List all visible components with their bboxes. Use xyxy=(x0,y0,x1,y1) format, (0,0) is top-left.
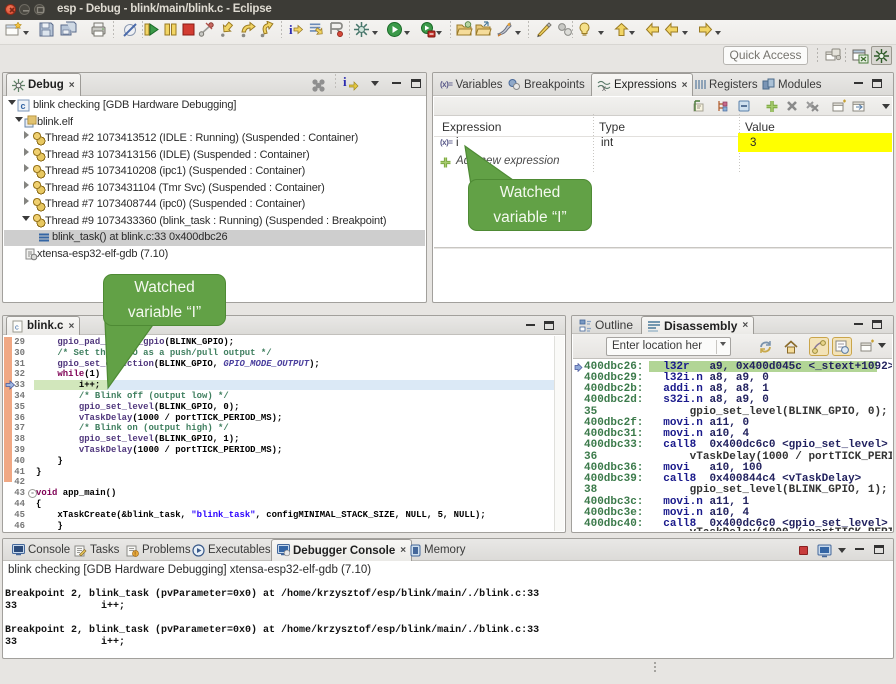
svg-text:c: c xyxy=(21,101,26,111)
svg-text:x: x xyxy=(602,84,606,92)
svg-text:c: c xyxy=(15,322,19,331)
svg-text:i: i xyxy=(289,22,293,37)
